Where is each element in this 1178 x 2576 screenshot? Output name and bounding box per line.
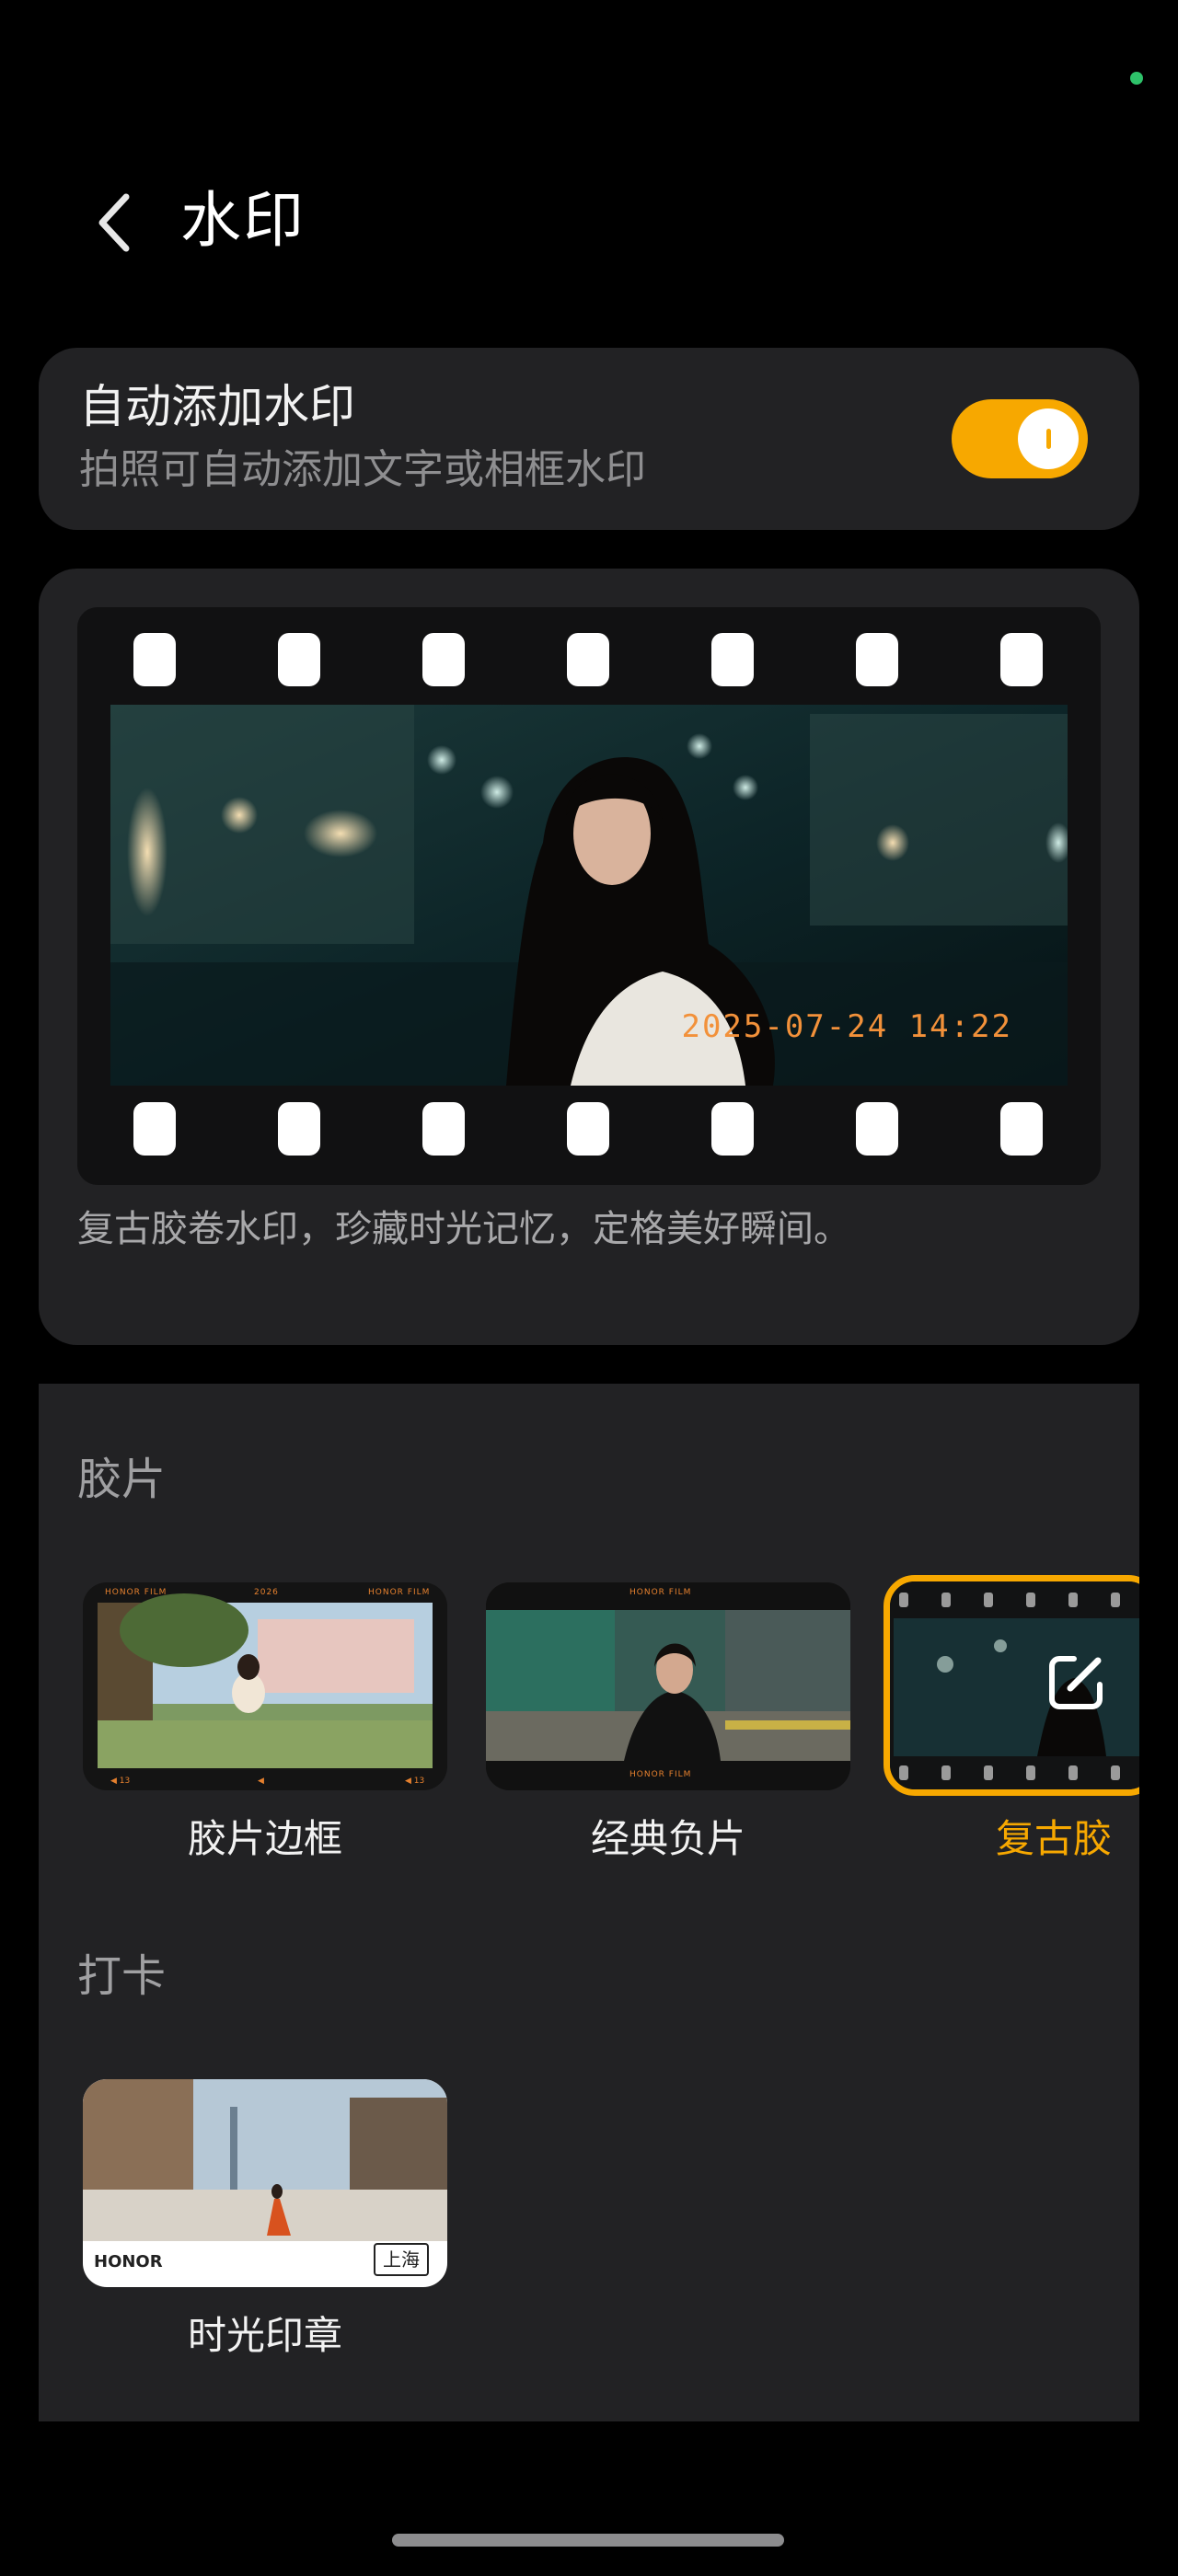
- section-title-film: 胶片: [77, 1454, 167, 1505]
- screen: 水印 自动添加水印 拍照可自动添加文字或相框水印 2025-07-24 14:2…: [0, 0, 1178, 2576]
- watermark-option-film-frame[interactable]: HONOR FILM 2026 ◀ 13 ◀ ◀ 13 HONOR FILM: [83, 1582, 447, 1790]
- auto-watermark-card[interactable]: 自动添加水印 拍照可自动添加文字或相框水印: [39, 348, 1139, 530]
- chevron-left-icon: [98, 193, 130, 252]
- option-label-retro-film: 复古胶: [996, 1816, 1113, 1861]
- page-title: 水印: [180, 185, 306, 256]
- header: 水印: [0, 166, 1178, 276]
- option-label-classic-negative: 经典负片: [590, 1816, 745, 1861]
- preview-card: 2025-07-24 14:22 复古胶卷水印，珍藏时光记忆，定格美好瞬间。: [39, 569, 1139, 1345]
- svg-text:◀: ◀: [258, 1777, 264, 1786]
- brand-label: HONOR: [94, 2252, 163, 2271]
- status-indicator: [1130, 72, 1143, 85]
- svg-text:◀ 13: ◀ 13: [110, 1777, 130, 1786]
- back-button[interactable]: [83, 186, 147, 259]
- preview-description: 复古胶卷水印，珍藏时光记忆，定格美好瞬间。: [77, 1208, 850, 1250]
- switch-knob: [1018, 408, 1079, 469]
- watermark-option-time-seal[interactable]: HONOR 上海: [83, 2079, 447, 2287]
- date-stamp: 2025-07-24 14:22: [681, 1008, 1012, 1045]
- watermark-option-retro-film[interactable]: [884, 1575, 1139, 1796]
- film-sprocket-holes-bottom: [77, 1102, 1101, 1157]
- seal-stamp: 上海: [374, 2243, 429, 2276]
- watermark-options-panel: 胶片 HONOR FILM 2026 ◀ 13 ◀ ◀ 13 HONOR FIL…: [39, 1384, 1139, 2421]
- home-indicator[interactable]: [392, 2534, 784, 2547]
- edit-icon[interactable]: [1046, 1651, 1107, 1712]
- auto-watermark-subtitle: 拍照可自动添加文字或相框水印: [79, 446, 646, 493]
- option-label-film-frame: 胶片边框: [187, 1816, 342, 1861]
- film-preview: 2025-07-24 14:22: [77, 607, 1101, 1185]
- auto-watermark-switch[interactable]: [952, 399, 1088, 478]
- section-title-checkin: 打卡: [77, 1950, 167, 2002]
- svg-text:◀ 13: ◀ 13: [405, 1777, 424, 1786]
- watermark-option-classic-negative[interactable]: HONOR FILM HONOR FILM: [486, 1582, 850, 1790]
- auto-watermark-title: 自动添加水印: [79, 380, 355, 433]
- preview-photo: 2025-07-24 14:22: [110, 705, 1068, 1086]
- film-sprocket-holes-top: [77, 633, 1101, 688]
- option-label-time-seal: 时光印章: [187, 2313, 342, 2358]
